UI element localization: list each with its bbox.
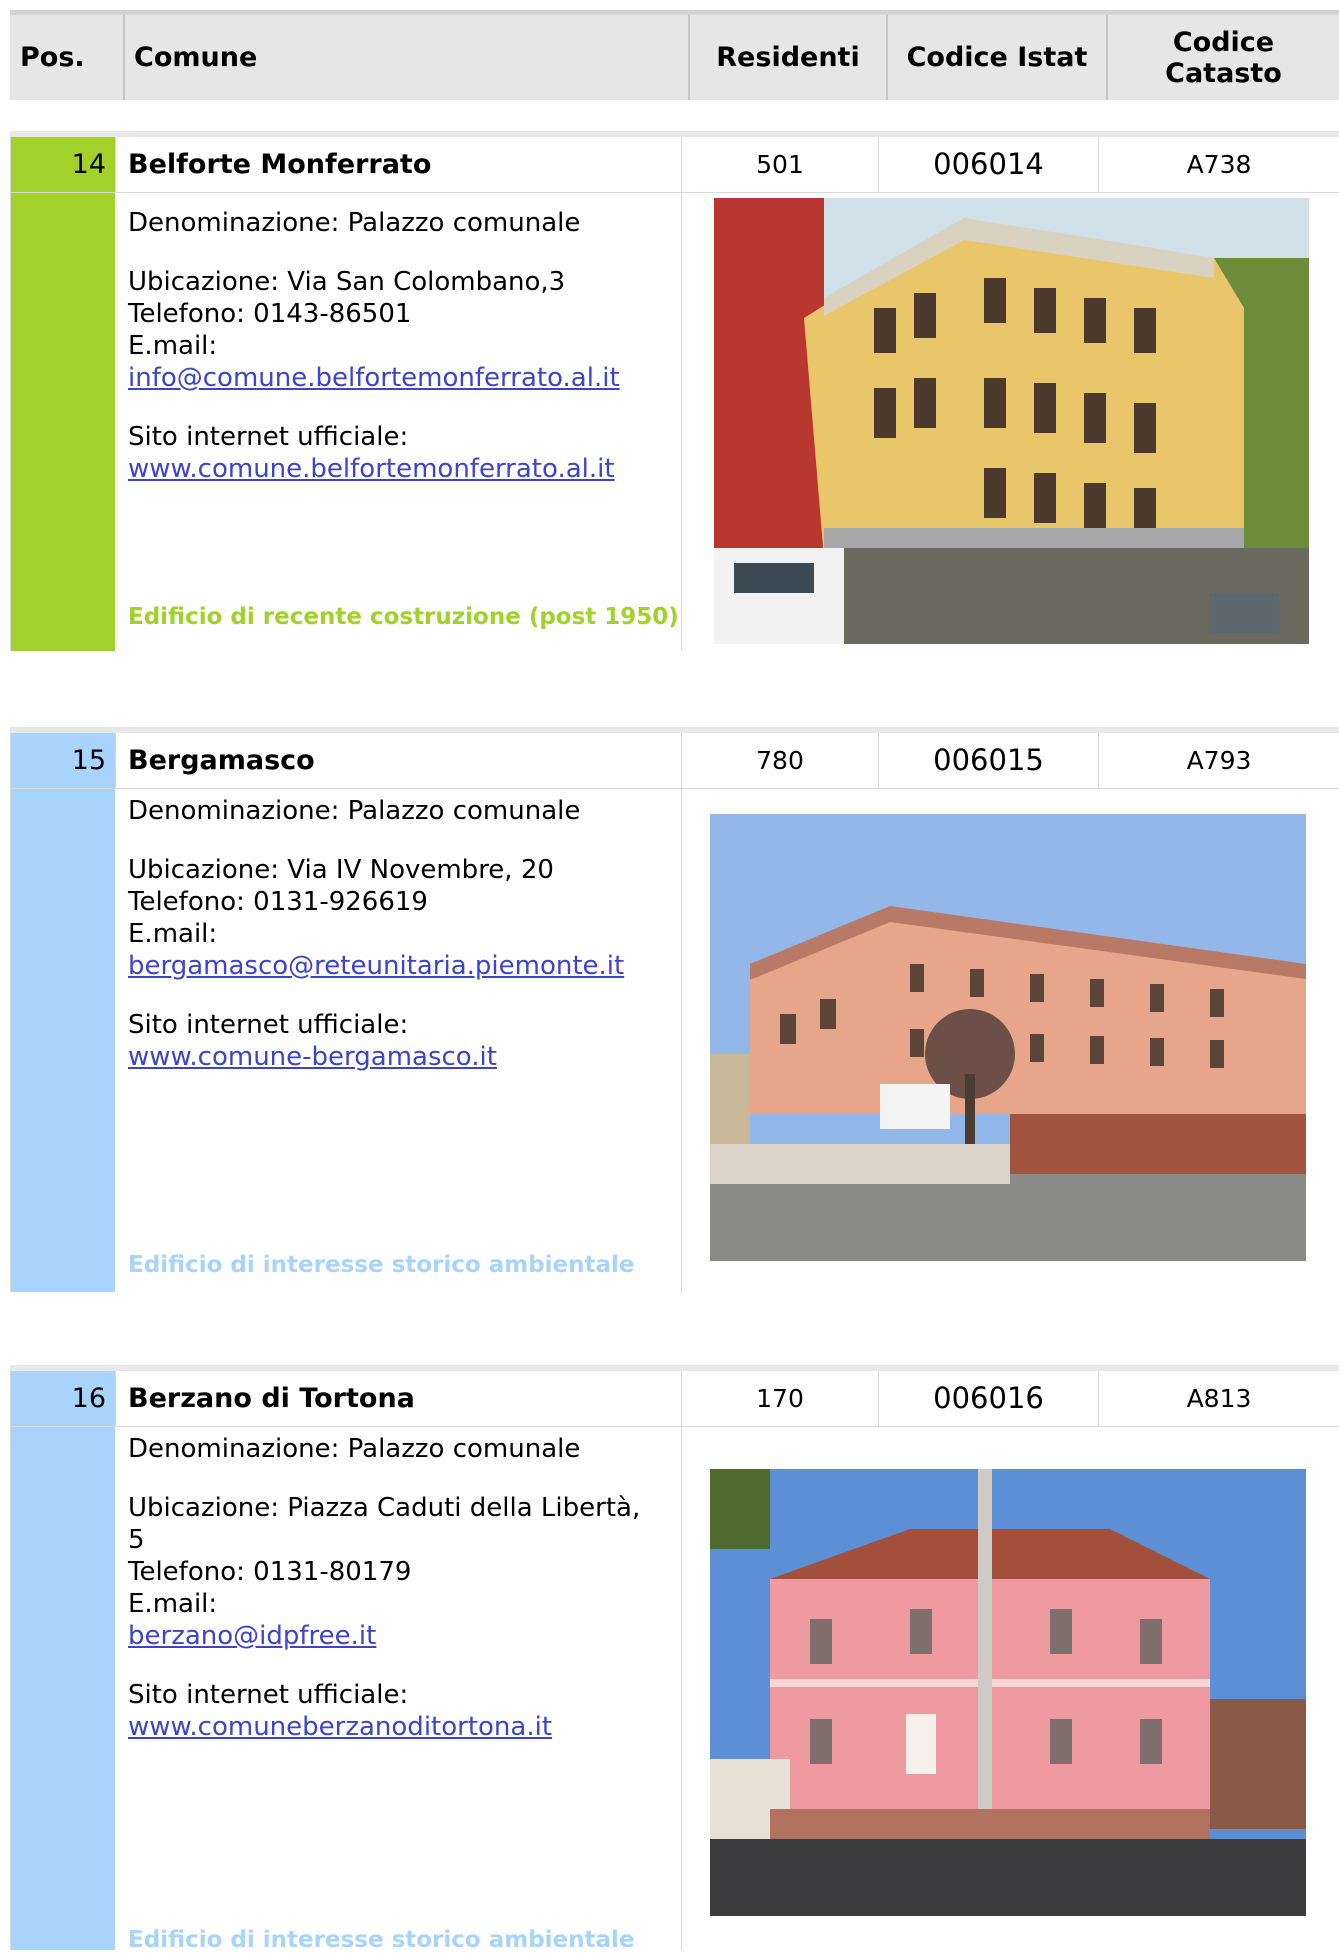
entry-position: 15: [71, 745, 106, 776]
website-link[interactable]: www.comuneberzanoditortona.it: [128, 1712, 552, 1742]
codice-istat-value: 006015: [933, 743, 1044, 777]
table-header: Pos. Comune Residenti Codice Istat Codic…: [10, 10, 1339, 100]
header-codice-istat: Codice Istat: [906, 42, 1088, 73]
comune-name: Berzano di Tortona: [128, 1383, 415, 1414]
codice-istat-value: 006014: [933, 147, 1044, 181]
ubicazione-continued: 5: [128, 1525, 145, 1555]
header-divider: [123, 15, 125, 100]
building-category-note: Edificio di interesse storico ambientale: [128, 1927, 635, 1953]
entry-position: 14: [71, 149, 106, 180]
town-hall-photo: [714, 198, 1309, 644]
denominazione: Denominazione: Palazzo comunale: [128, 208, 581, 238]
category-strip: [10, 137, 115, 651]
sito-label: Sito internet ufficiale:: [128, 1010, 409, 1040]
header-residenti: Residenti: [716, 42, 860, 73]
header-comune: Comune: [134, 42, 258, 73]
comune-entry-berzano: 16 Berzano di Tortona 170 006016 A813 De…: [10, 1365, 1339, 1953]
comune-entry-belforte: 14 Belforte Monferrato 501 006014 A738 D…: [10, 131, 1339, 651]
comune-name: Bergamasco: [128, 745, 315, 776]
email-link[interactable]: berzano@idpfree.it: [128, 1621, 376, 1651]
comune-entry-bergamasco: 15 Bergamasco 780 006015 A793 Denominazi…: [10, 727, 1339, 1292]
website-link[interactable]: www.comune-bergamasco.it: [128, 1042, 497, 1072]
email-label: E.mail:: [128, 919, 218, 949]
residenti-value: 501: [756, 150, 804, 179]
telefono: Telefono: 0131-926619: [128, 887, 428, 917]
building-category-note: Edificio di recente costruzione (post 19…: [128, 604, 679, 630]
entry-details: Denominazione: Palazzo comunale Ubicazio…: [128, 207, 688, 485]
ubicazione: Ubicazione: Via San Colombano,3: [128, 267, 566, 297]
category-strip: [10, 733, 115, 1292]
comune-name: Belforte Monferrato: [128, 149, 432, 180]
telefono: Telefono: 0143-86501: [128, 299, 412, 329]
header-codice-catasto: Codice Catasto: [1108, 15, 1339, 100]
email-link[interactable]: bergamasco@reteunitaria.piemonte.it: [128, 951, 624, 981]
ubicazione: Ubicazione: Piazza Caduti della Libertà,: [128, 1493, 641, 1523]
residenti-value: 170: [756, 1384, 804, 1413]
denominazione: Denominazione: Palazzo comunale: [128, 1434, 581, 1464]
town-hall-photo-image: [710, 814, 1306, 1261]
entry-details: Denominazione: Palazzo comunale Ubicazio…: [128, 1433, 688, 1743]
header-pos: Pos.: [20, 42, 85, 73]
header-codice-catasto-line2: Catasto: [1165, 57, 1282, 89]
sito-label: Sito internet ufficiale:: [128, 422, 409, 452]
residenti-value: 780: [756, 746, 804, 775]
email-label: E.mail:: [128, 1589, 218, 1619]
entry-position: 16: [71, 1383, 106, 1414]
building-category-note: Edificio di interesse storico ambientale: [128, 1252, 635, 1278]
email-label: E.mail:: [128, 331, 218, 361]
email-link[interactable]: info@comune.belfortemonferrato.al.it: [128, 363, 620, 393]
header-codice-catasto-line1: Codice: [1172, 26, 1275, 58]
town-hall-photo-image: [710, 1469, 1306, 1916]
website-link[interactable]: www.comune.belfortemonferrato.al.it: [128, 454, 615, 484]
town-hall-photo: [710, 1469, 1306, 1916]
sito-label: Sito internet ufficiale:: [128, 1680, 409, 1710]
category-strip: [10, 1371, 115, 1950]
denominazione: Denominazione: Palazzo comunale: [128, 796, 581, 826]
entry-details: Denominazione: Palazzo comunale Ubicazio…: [128, 795, 688, 1073]
codice-istat-value: 006016: [933, 1381, 1044, 1415]
ubicazione: Ubicazione: Via IV Novembre, 20: [128, 855, 554, 885]
town-hall-photo-image: [714, 198, 1309, 644]
town-hall-photo: [710, 814, 1306, 1261]
codice-catasto-value: A738: [1186, 150, 1252, 179]
telefono: Telefono: 0131-80179: [128, 1557, 412, 1587]
codice-catasto-value: A813: [1186, 1384, 1252, 1413]
codice-catasto-value: A793: [1186, 746, 1252, 775]
